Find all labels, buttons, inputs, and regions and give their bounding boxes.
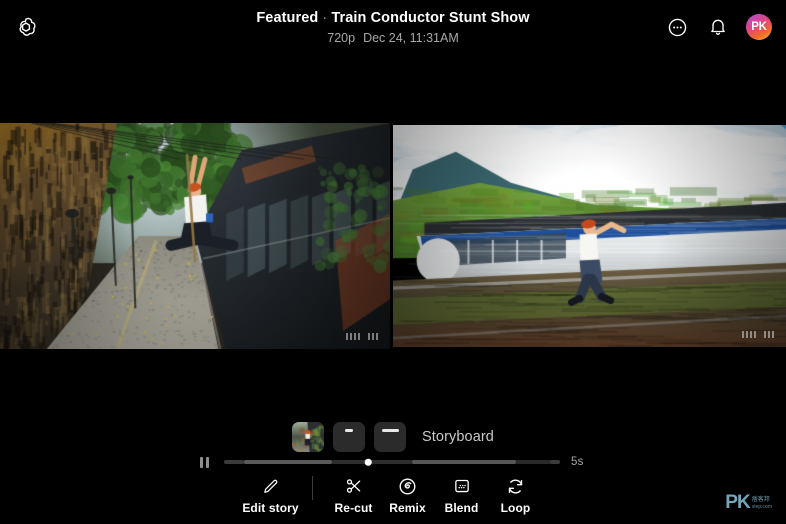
avatar[interactable]: PK xyxy=(746,14,772,40)
resolution-label: 720p xyxy=(327,31,356,45)
progress-segment xyxy=(549,460,560,464)
progress-track[interactable] xyxy=(224,458,560,466)
more-options-icon[interactable] xyxy=(664,14,690,40)
tools-divider xyxy=(311,476,313,500)
blend-button[interactable]: Blend xyxy=(435,476,489,515)
pause-icon[interactable] xyxy=(200,456,209,468)
avatar-initials: PK xyxy=(751,21,767,33)
re-cut-label: Re-cut xyxy=(334,501,373,515)
remix-button[interactable]: Remix xyxy=(381,476,435,515)
progress-segment xyxy=(516,460,550,464)
sora-video-player-app: Featured · Train Conductor Stunt Show 720p… xyxy=(0,0,786,524)
storyboard-thumb-1[interactable] xyxy=(292,422,325,452)
blend-icon xyxy=(453,476,471,496)
playhead-handle[interactable] xyxy=(365,458,372,466)
remix-label: Remix xyxy=(389,501,426,515)
thumb-dash-long xyxy=(381,429,399,432)
loop-button[interactable]: Loop xyxy=(489,476,543,515)
timestamp-label: Dec 24, 11:31AM xyxy=(363,31,459,45)
storyboard-row: Storyboard xyxy=(0,422,786,452)
featured-label: Featured xyxy=(256,10,319,26)
progress-segment xyxy=(244,460,332,464)
player-controls: Storyboard 5s Edit story Re-cut Remix Bl… xyxy=(0,414,786,524)
remix-swirl-icon xyxy=(398,476,417,496)
scissors-icon xyxy=(345,476,363,496)
storyboard-thumb-2[interactable] xyxy=(333,422,366,452)
progress-segment xyxy=(331,460,413,464)
video-stage xyxy=(0,123,786,349)
app-header: Featured · Train Conductor Stunt Show 720p… xyxy=(0,0,786,56)
notifications-bell-icon[interactable] xyxy=(705,14,731,40)
loop-icon xyxy=(506,476,525,496)
edit-story-label: Edit story xyxy=(242,501,299,515)
edit-story-button[interactable]: Edit story xyxy=(242,476,299,515)
pencil-icon xyxy=(262,476,279,496)
duration-label: 5s xyxy=(571,456,584,468)
thumb-dash-short xyxy=(345,429,354,432)
storyboard-thumb-3[interactable] xyxy=(374,422,407,452)
header-actions: PK xyxy=(664,14,772,40)
tools-row: Edit story Re-cut Remix Blend Loop xyxy=(0,476,786,515)
re-cut-button[interactable]: Re-cut xyxy=(327,476,381,515)
progress-segment xyxy=(224,460,245,464)
project-title: Train Conductor Stunt Show xyxy=(331,10,530,26)
storyboard-label[interactable]: Storyboard xyxy=(422,429,494,445)
video-clip-right[interactable] xyxy=(393,125,786,347)
progress-segment xyxy=(412,460,517,464)
title-separator: · xyxy=(322,10,328,26)
loop-label: Loop xyxy=(500,501,531,515)
blend-label: Blend xyxy=(444,501,479,515)
openai-logo-icon[interactable] xyxy=(14,16,38,40)
video-clip-left[interactable] xyxy=(0,123,390,349)
